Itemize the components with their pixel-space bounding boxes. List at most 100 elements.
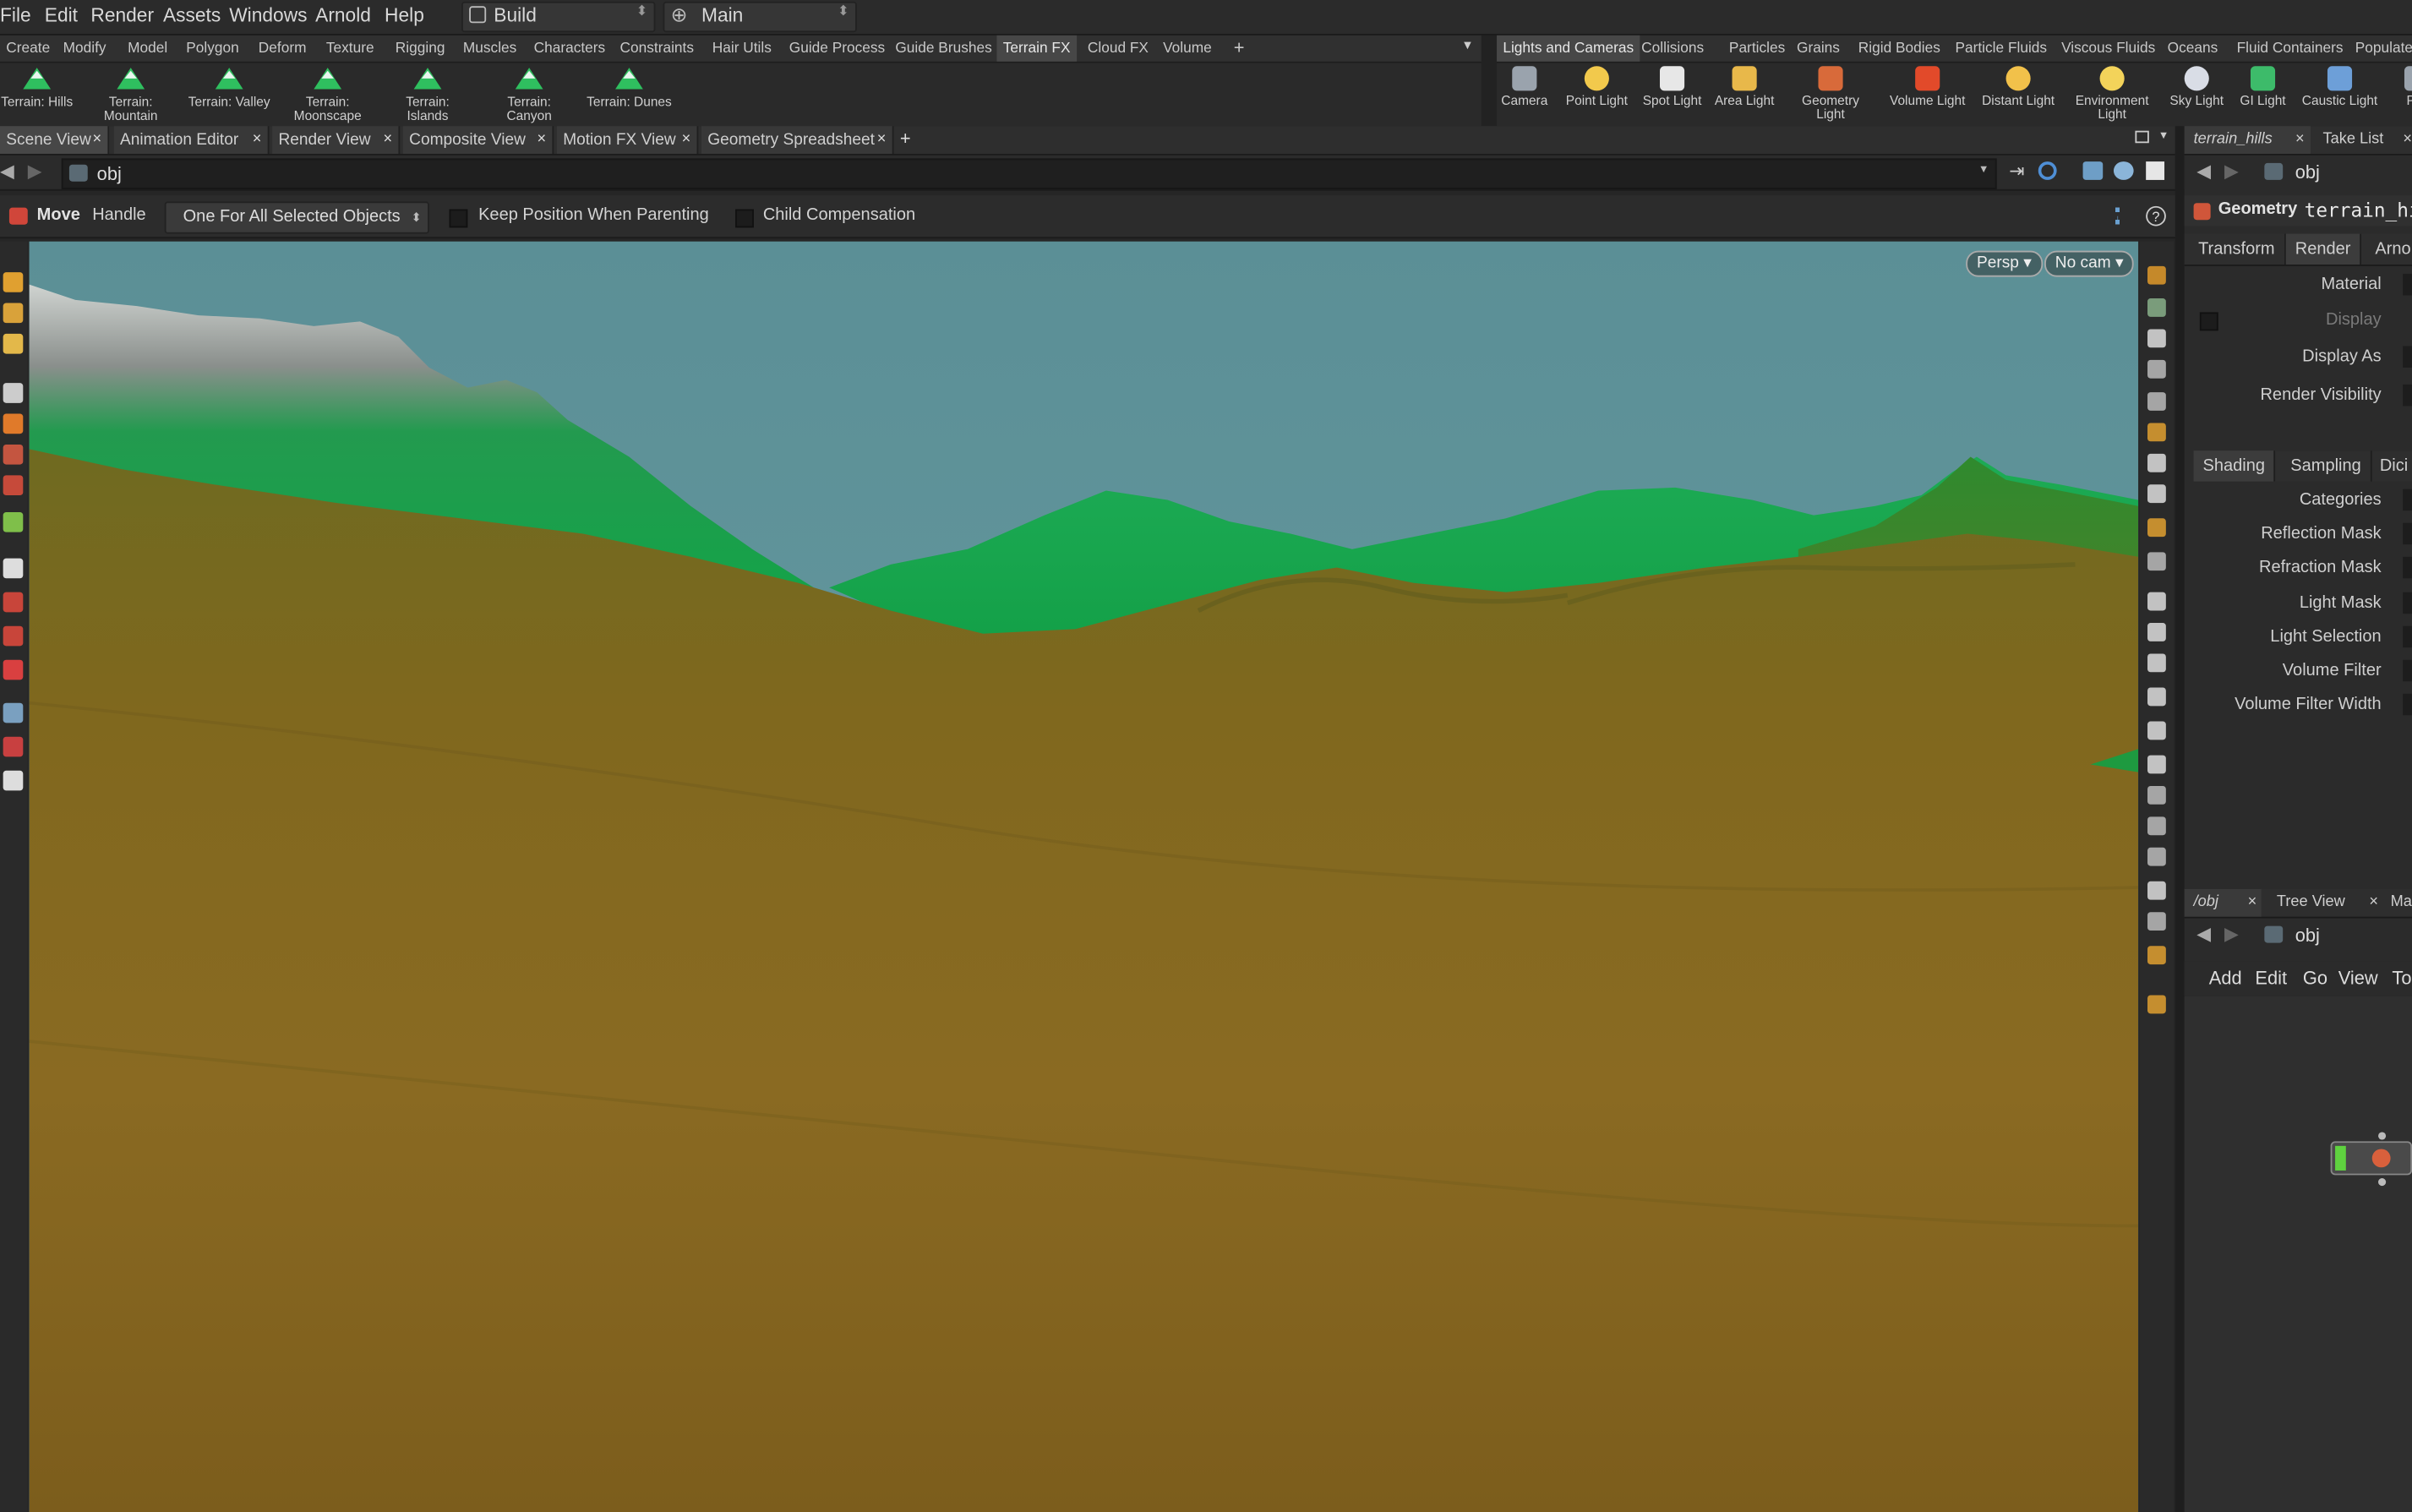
back-arrow-icon[interactable]: ◀ (2196, 923, 2211, 944)
tab-material-palette[interactable]: Ma (2391, 889, 2412, 917)
shelf-tool-terrain[interactable]: Terrain: Canyon (480, 66, 578, 124)
scene-viewport[interactable]: Persp ▾ No cam ▾ (29, 241, 2139, 1512)
pane-tab[interactable]: Scene View × (0, 126, 110, 154)
close-tab-icon[interactable]: × (92, 126, 101, 154)
camera-select-menu[interactable]: No cam ▾ (2044, 250, 2135, 277)
tab-transform[interactable]: Transform (2189, 233, 2286, 265)
back-arrow-icon[interactable]: ◀ (2196, 160, 2211, 181)
shelf-tool-terrain[interactable]: Terrain: Dunes (580, 66, 678, 124)
magnet-snap-icon[interactable] (3, 659, 24, 680)
pin-icon[interactable] (2147, 995, 2166, 1014)
pane-menu-icon[interactable] (2135, 130, 2149, 144)
shelf-tool-terrain[interactable]: Terrain: Valley (180, 66, 278, 124)
translate-icon[interactable] (3, 303, 24, 324)
network-menu-tools[interactable]: To (2392, 968, 2411, 989)
tab-shading[interactable]: Shading (2193, 450, 2276, 482)
close-tab-icon[interactable]: × (682, 126, 691, 154)
network-menu-go[interactable]: Go (2303, 968, 2327, 989)
bulb-icon[interactable] (2147, 453, 2166, 472)
normal-icon[interactable] (2147, 847, 2166, 866)
menu-arnold[interactable]: Arnold (315, 4, 371, 25)
shelf-tab[interactable]: Create (0, 35, 56, 62)
pointer-icon[interactable] (3, 383, 24, 403)
add-pane-tab-button[interactable]: + (900, 128, 911, 149)
path-field[interactable]: obj ▼ (61, 158, 1997, 189)
forward-arrow-icon[interactable]: ▶ (2224, 923, 2239, 944)
node-display-flag[interactable] (2335, 1145, 2346, 1171)
forward-arrow-icon[interactable]: ▶ (28, 160, 42, 181)
camera-icon[interactable] (3, 702, 24, 723)
close-tab-icon[interactable]: × (877, 126, 887, 154)
shelf-tab[interactable]: Particle Fluids (1949, 35, 2053, 62)
pane-menu-arrow-icon[interactable]: ▼ (2158, 131, 2169, 142)
shelf-tab[interactable]: Cloud FX (1082, 35, 1155, 62)
shelf-tab[interactable]: Populate (2349, 35, 2412, 62)
brush-icon[interactable] (2147, 721, 2166, 740)
shading-param-field[interactable] (2403, 489, 2412, 511)
shelf-tool-terrain[interactable]: Terrain: Hills (0, 66, 86, 124)
shelf-tab[interactable]: Modify (57, 35, 112, 62)
shading-param-field[interactable] (2403, 591, 2412, 614)
add-shelf-tab-button[interactable]: + (1228, 35, 1251, 62)
right-path-value[interactable]: obj (2295, 161, 2320, 183)
pane-tab[interactable]: Motion FX View × (556, 126, 699, 154)
shelf-tab[interactable]: Viscous Fluids (2055, 35, 2162, 62)
shelf-tab[interactable]: Deform (253, 35, 313, 62)
camera-view-menu[interactable]: Persp ▾ (1966, 250, 2043, 277)
menu-assets[interactable]: Assets (163, 4, 221, 25)
menu-render[interactable]: Render (90, 4, 154, 25)
shelf-menu-arrow-icon[interactable]: ▼ (1461, 38, 1473, 52)
render-region-icon[interactable] (3, 736, 24, 757)
tab-take-list[interactable]: Take List × (2317, 126, 2412, 154)
shading-param-field[interactable] (2403, 557, 2412, 579)
shelf-tool-light[interactable]: Geometry Light (1782, 66, 1880, 124)
bulb2-icon[interactable] (2147, 484, 2166, 504)
pane-tab[interactable]: Render View × (272, 126, 401, 154)
shelf-tab[interactable]: Muscles (457, 35, 523, 62)
viewer-options-icon[interactable] (2113, 161, 2134, 180)
tab-obj-network[interactable]: /obj × (2184, 888, 2262, 917)
shelf-tool-light[interactable]: Distant Light (1969, 66, 2067, 124)
pane-tab[interactable]: Animation Editor × (113, 126, 270, 154)
shelf-tab-active[interactable]: Lights and Cameras (1497, 35, 1640, 62)
shelf-tab[interactable]: Guide Process (783, 35, 891, 62)
shelf-tool-light[interactable]: Por (2367, 66, 2412, 124)
menu-help[interactable]: Help (385, 4, 424, 25)
back-arrow-icon[interactable]: ◀ (0, 160, 14, 181)
link-icon[interactable] (2147, 552, 2166, 571)
context-selector[interactable]: ⊕ Main ⬍ (663, 1, 857, 33)
light-icon[interactable] (2147, 423, 2166, 442)
network-menu-view[interactable]: View (2338, 968, 2378, 989)
shelf-tab[interactable]: Characters (527, 35, 611, 62)
pen-icon[interactable] (2147, 653, 2166, 673)
close-tab-icon[interactable]: × (2403, 126, 2412, 154)
handle-icon[interactable] (3, 444, 24, 465)
grid-icon[interactable] (3, 558, 24, 579)
network-path-value[interactable]: obj (2295, 925, 2320, 946)
point-icon[interactable] (2147, 592, 2166, 611)
rotate-icon[interactable] (3, 333, 24, 354)
edge-icon[interactable] (2147, 623, 2166, 641)
shading-param-field[interactable] (2403, 523, 2412, 545)
shelf-tab[interactable]: Oceans (2161, 35, 2224, 62)
menu-file[interactable]: File (0, 4, 31, 25)
shelf-tab[interactable]: Constraints (614, 35, 700, 62)
lock-icon[interactable] (2147, 329, 2166, 348)
close-tab-icon[interactable]: × (2295, 126, 2305, 154)
shade-icon[interactable] (2147, 392, 2166, 411)
forward-arrow-icon[interactable]: ▶ (2224, 160, 2239, 181)
close-tab-icon[interactable]: × (253, 126, 262, 154)
shading-param-field[interactable] (2403, 659, 2412, 682)
shelf-tab[interactable]: Texture (320, 35, 380, 62)
shelf-tool-terrain[interactable]: Terrain: Islands (379, 66, 477, 124)
close-tab-icon[interactable]: × (538, 126, 547, 154)
keep-position-checkbox[interactable] (449, 209, 468, 228)
shelf-tab[interactable]: Rigid Bodies (1853, 35, 1947, 62)
text-icon[interactable] (2147, 912, 2166, 931)
grid-icon[interactable] (2147, 816, 2166, 836)
snap-icon[interactable] (3, 512, 24, 532)
network-menu-add[interactable]: Add (2209, 968, 2242, 989)
box-icon[interactable] (2147, 881, 2166, 900)
pane-splitter[interactable] (2175, 126, 2185, 1512)
network-editor[interactable] (2184, 996, 2412, 1512)
